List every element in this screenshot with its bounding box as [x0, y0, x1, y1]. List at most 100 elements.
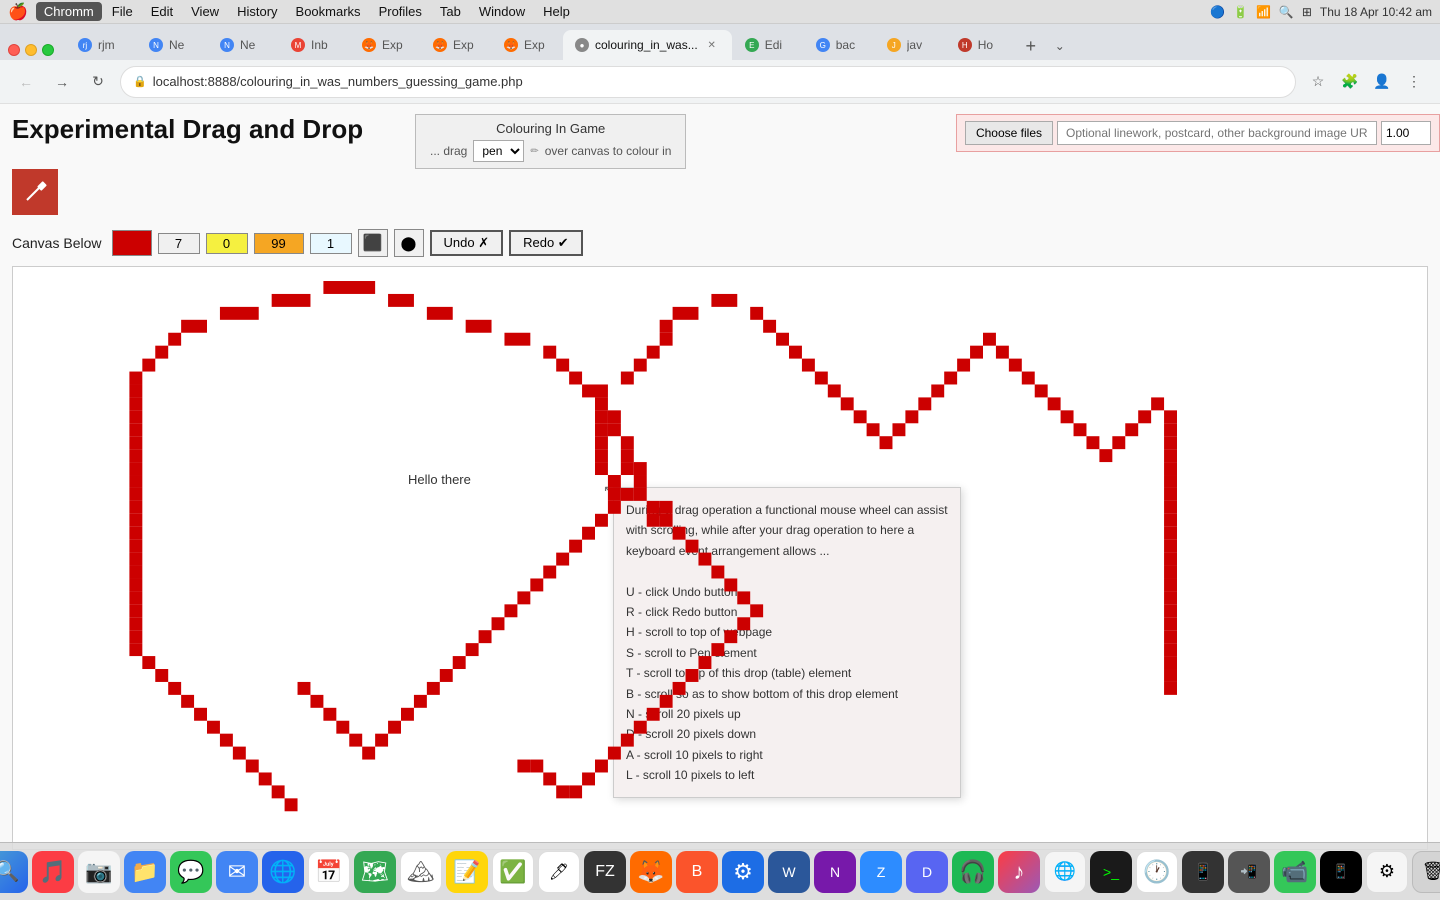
undo-button[interactable]: Undo ✗: [430, 230, 504, 256]
url-bar[interactable]: 🔒 localhost:8888/colouring_in_was_number…: [120, 66, 1296, 98]
dock-icon-ios[interactable]: 📲: [1228, 851, 1270, 893]
bookmark-button[interactable]: ☆: [1304, 68, 1332, 96]
dock-icon-itunes[interactable]: ♪: [998, 851, 1040, 893]
linework-input[interactable]: [1057, 121, 1377, 145]
tab-title-exp1: Exp: [382, 38, 408, 52]
dock-icon-messages[interactable]: 💬: [170, 851, 212, 893]
tab-bac[interactable]: G bac: [804, 30, 874, 60]
dock-icon-word[interactable]: W: [768, 851, 810, 893]
pen-select[interactable]: pen: [473, 140, 524, 162]
dock-icon-calendar[interactable]: 📅: [308, 851, 350, 893]
dock-icon-reminders[interactable]: ✅: [492, 851, 534, 893]
page-content: Experimental Drag and Drop Colouring In …: [0, 104, 1440, 860]
tab-favicon-ho: H: [958, 38, 972, 52]
minimize-window-btn[interactable]: [25, 44, 37, 56]
redo-button[interactable]: Redo ✔: [509, 230, 583, 256]
menu-window[interactable]: Window: [471, 2, 533, 21]
dock-icon-chrome[interactable]: 🌐: [1044, 851, 1086, 893]
dock-icon-iphone[interactable]: 📱: [1182, 851, 1224, 893]
dock-icon-xcode[interactable]: ⚙: [722, 851, 764, 893]
maximize-window-btn[interactable]: [42, 44, 54, 56]
profile-button[interactable]: 👤: [1368, 68, 1396, 96]
dock-icon-finder[interactable]: 🔍: [0, 851, 28, 893]
tab-favicon-exp1: 🦊: [362, 38, 376, 52]
back-button[interactable]: ←: [12, 68, 40, 96]
dock-icon-files[interactable]: 📁: [124, 851, 166, 893]
tab-favicon-exp2: 🦊: [433, 38, 447, 52]
tab-title-ne2: Ne: [240, 38, 266, 52]
clock: Thu 18 Apr 10:42 am: [1320, 5, 1432, 19]
apple-menu[interactable]: 🍎: [8, 2, 28, 22]
pattern-button[interactable]: ⬛: [358, 229, 388, 257]
new-tab-button[interactable]: +: [1017, 32, 1045, 60]
dock-icon-iosmirroring[interactable]: 📱: [1320, 851, 1362, 893]
menu-bookmarks[interactable]: Bookmarks: [288, 2, 369, 21]
menu-bar-right: 🔵 🔋 📶 🔍 ⊞ Thu 18 Apr 10:42 am: [1210, 5, 1432, 19]
scale-input[interactable]: [1381, 121, 1431, 145]
reload-button[interactable]: ↻: [84, 68, 112, 96]
dock-icon-firefox[interactable]: 🦊: [630, 851, 672, 893]
dock-icon-photos2[interactable]: 🏔: [400, 851, 442, 893]
tab-edi[interactable]: E Edi: [733, 30, 803, 60]
dock-icon-discord[interactable]: D: [906, 851, 948, 893]
dock-icon-safari[interactable]: 🌐: [262, 851, 304, 893]
tab-ho[interactable]: H Ho: [946, 30, 1016, 60]
menu-file[interactable]: File: [104, 2, 141, 21]
dock-icon-facetime[interactable]: 📹: [1274, 851, 1316, 893]
tab-title-edi: Edi: [765, 38, 791, 52]
menu-history[interactable]: History: [229, 2, 285, 21]
menu-view[interactable]: View: [183, 2, 227, 21]
menu-button[interactable]: ⋮: [1400, 68, 1428, 96]
tab-exp1[interactable]: 🦊 Exp: [350, 30, 420, 60]
tab-title-ne1: Ne: [169, 38, 195, 52]
dock-icon-photos[interactable]: 📷: [78, 851, 120, 893]
circle-button[interactable]: ⬤: [394, 229, 424, 257]
extension-button[interactable]: 🧩: [1336, 68, 1364, 96]
color-swatch[interactable]: [112, 230, 152, 256]
num-input-2[interactable]: [206, 233, 248, 254]
tab-rjm[interactable]: rj rjm: [66, 30, 136, 60]
menu-tab[interactable]: Tab: [432, 2, 469, 21]
dock-icon-filezilla[interactable]: FZ: [584, 851, 626, 893]
num-input-3[interactable]: [254, 233, 304, 254]
dock-icon-music[interactable]: 🎵: [32, 851, 74, 893]
forward-button[interactable]: →: [48, 68, 76, 96]
dock-icon-trash[interactable]: 🗑: [1412, 851, 1440, 893]
dock-icon-freeform[interactable]: 🖊: [538, 851, 580, 893]
tab-close-active[interactable]: ✕: [704, 37, 720, 53]
app-name[interactable]: Chromm: [36, 2, 102, 21]
dock-icon-spotify[interactable]: 🎧: [952, 851, 994, 893]
choose-files-button[interactable]: Choose files: [965, 121, 1053, 145]
num-input-1[interactable]: [158, 233, 200, 254]
more-tabs-button[interactable]: ⌄: [1046, 32, 1074, 60]
dock-icon-zoom[interactable]: Z: [860, 851, 902, 893]
dock-icon-terminal[interactable]: >_: [1090, 851, 1132, 893]
dock-icon-maps[interactable]: 🗺: [354, 851, 396, 893]
tab-exp2[interactable]: 🦊 Exp: [421, 30, 491, 60]
menu-help[interactable]: Help: [535, 2, 578, 21]
tab-active[interactable]: ● colouring_in_was... ✕: [563, 30, 732, 60]
tab-ne1[interactable]: N Ne: [137, 30, 207, 60]
tab-inbox[interactable]: M Inb: [279, 30, 349, 60]
dock-icon-clock[interactable]: 🕐: [1136, 851, 1178, 893]
tab-jav[interactable]: J jav: [875, 30, 945, 60]
game-title: Colouring In Game: [430, 121, 671, 136]
tab-title-exp3: Exp: [524, 38, 550, 52]
close-window-btn[interactable]: [8, 44, 20, 56]
search-icon[interactable]: 🔍: [1279, 5, 1294, 19]
dock-icon-onenote[interactable]: N: [814, 851, 856, 893]
menu-profiles[interactable]: Profiles: [371, 2, 430, 21]
address-bar-actions: ☆ 🧩 👤 ⋮: [1304, 68, 1428, 96]
dock-icon-brave[interactable]: B: [676, 851, 718, 893]
tab-exp3[interactable]: 🦊 Exp: [492, 30, 562, 60]
dock-icon-prefs[interactable]: ⚙: [1366, 851, 1408, 893]
tab-ne2[interactable]: N Ne: [208, 30, 278, 60]
control-center-icon[interactable]: ⊞: [1302, 5, 1312, 19]
drawing-canvas[interactable]: Hello there ↖ During a drag operation a …: [12, 266, 1428, 850]
menu-edit[interactable]: Edit: [143, 2, 181, 21]
dock-icon-mail[interactable]: ✉: [216, 851, 258, 893]
dock-icon-notes[interactable]: 📝: [446, 851, 488, 893]
tab-favicon-exp3: 🦊: [504, 38, 518, 52]
num-input-4[interactable]: [310, 233, 352, 254]
window-controls: [8, 44, 54, 56]
